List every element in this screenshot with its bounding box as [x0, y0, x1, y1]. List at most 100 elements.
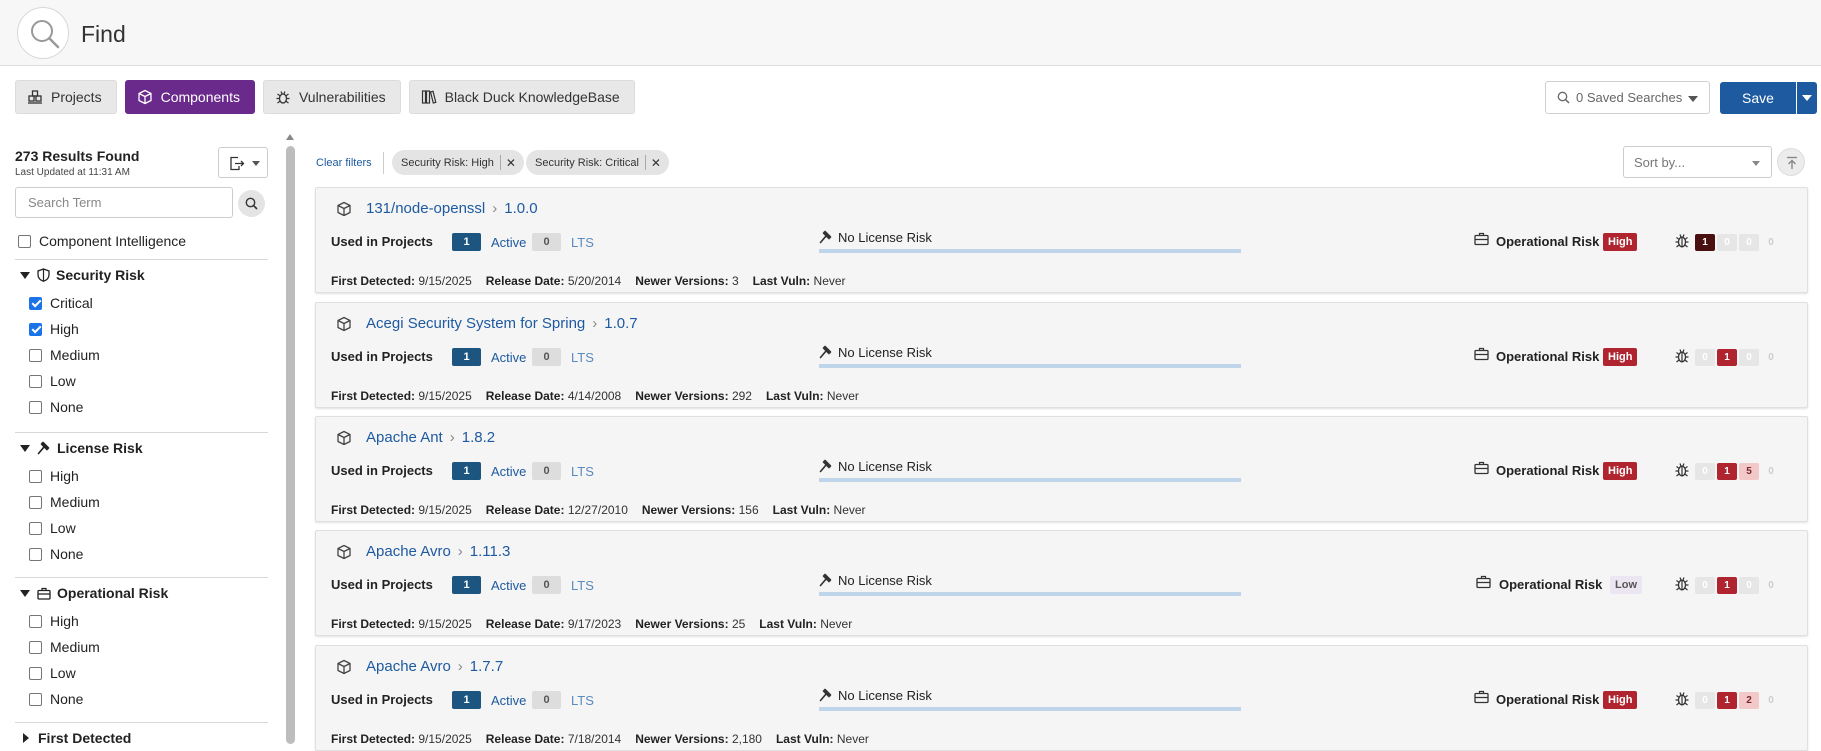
vuln-count-medium[interactable]: 5	[1739, 463, 1759, 480]
checkbox[interactable]	[29, 469, 42, 483]
vuln-count-critical[interactable]: 0	[1695, 577, 1715, 594]
checkbox[interactable]	[29, 495, 42, 509]
option-medium[interactable]: Medium	[15, 634, 268, 660]
option-low[interactable]: Low	[15, 660, 268, 686]
component-link[interactable]: Apache Ant › 1.8.2	[366, 429, 495, 446]
lts-projects-count[interactable]: 0	[532, 233, 561, 251]
component-intelligence-checkbox[interactable]	[18, 234, 31, 248]
lts-projects-count[interactable]: 0	[532, 576, 561, 594]
checkbox[interactable]	[29, 374, 42, 388]
checkbox[interactable]	[29, 666, 42, 680]
vuln-count-low[interactable]: 0	[1761, 349, 1781, 366]
tab-vulnerabilities[interactable]: Vulnerabilities	[262, 80, 401, 114]
active-projects-count[interactable]: 1	[452, 233, 481, 251]
option-medium[interactable]: Medium	[15, 489, 268, 515]
search-submit-button[interactable]	[238, 190, 265, 217]
facet-header[interactable]: License Risk	[15, 433, 268, 463]
option-high[interactable]: High	[15, 463, 268, 489]
checkbox[interactable]	[29, 640, 42, 654]
lts-projects-count[interactable]: 0	[532, 462, 561, 480]
option-critical[interactable]: Critical	[15, 290, 268, 316]
save-options-button[interactable]	[1797, 82, 1817, 114]
checkbox[interactable]	[29, 322, 42, 336]
vuln-count-critical[interactable]: 0	[1695, 692, 1715, 709]
active-label[interactable]: Active	[491, 693, 526, 708]
facet-header[interactable]: First Detected	[15, 723, 268, 751]
close-icon[interactable]: ✕	[651, 156, 661, 170]
vuln-count-low[interactable]: 0	[1761, 692, 1781, 709]
component-link[interactable]: 131/node-openssl › 1.0.0	[366, 200, 538, 217]
scroll-up-arrow-icon[interactable]	[286, 134, 294, 140]
vuln-count-medium[interactable]: 0	[1739, 577, 1759, 594]
facet-header[interactable]: Operational Risk	[15, 578, 268, 608]
option-high[interactable]: High	[15, 316, 268, 342]
option-none[interactable]: None	[15, 686, 268, 712]
operational-risk-badge: High	[1603, 233, 1638, 251]
vuln-count-medium[interactable]: 0	[1739, 234, 1759, 251]
option-medium[interactable]: Medium	[15, 342, 268, 368]
tab-components[interactable]: Components	[124, 80, 255, 114]
option-label: High	[50, 613, 79, 629]
lts-label[interactable]: LTS	[571, 578, 594, 593]
vuln-count-high[interactable]: 1	[1717, 463, 1737, 480]
vuln-count-critical[interactable]: 0	[1695, 463, 1715, 480]
facet-header[interactable]: Security Risk	[15, 260, 268, 290]
vuln-count-low[interactable]: 0	[1761, 577, 1781, 594]
tab-knowledgebase[interactable]: Black Duck KnowledgeBase	[408, 80, 635, 114]
sort-direction-button[interactable]	[1777, 148, 1805, 176]
option-none[interactable]: None	[15, 394, 268, 420]
facet-license-risk: License Risk High Medium Low None	[15, 432, 268, 567]
active-label[interactable]: Active	[491, 350, 526, 365]
lts-projects-count[interactable]: 0	[532, 348, 561, 366]
save-button[interactable]: Save	[1720, 82, 1796, 114]
active-label[interactable]: Active	[491, 464, 526, 479]
lts-projects-count[interactable]: 0	[532, 691, 561, 709]
vuln-count-low[interactable]: 0	[1761, 463, 1781, 480]
active-projects-count[interactable]: 1	[452, 691, 481, 709]
active-label[interactable]: Active	[491, 235, 526, 250]
vuln-count-high[interactable]: 1	[1717, 349, 1737, 366]
tab-projects[interactable]: Projects	[15, 80, 117, 114]
lts-label[interactable]: LTS	[571, 464, 594, 479]
sort-by-select[interactable]: Sort by...	[1623, 146, 1772, 178]
checkbox[interactable]	[29, 692, 42, 706]
vuln-count-low[interactable]: 0	[1761, 234, 1781, 251]
component-link[interactable]: Apache Avro › 1.11.3	[366, 543, 510, 560]
checkbox[interactable]	[29, 400, 42, 414]
component-intelligence-toggle[interactable]: Component Intelligence	[18, 233, 186, 249]
find-search-icon[interactable]	[17, 7, 69, 59]
active-projects-count[interactable]: 1	[452, 576, 481, 594]
component-link[interactable]: Acegi Security System for Spring › 1.0.7	[366, 315, 638, 332]
checkbox[interactable]	[29, 296, 42, 310]
active-label[interactable]: Active	[491, 578, 526, 593]
checkbox[interactable]	[29, 547, 42, 561]
clear-filters-link[interactable]: Clear filters	[316, 157, 372, 169]
active-projects-count[interactable]: 1	[452, 462, 481, 480]
export-button[interactable]	[218, 147, 268, 178]
lts-label[interactable]: LTS	[571, 693, 594, 708]
vuln-count-medium[interactable]: 0	[1739, 349, 1759, 366]
vuln-count-medium[interactable]: 2	[1739, 692, 1759, 709]
active-projects-count[interactable]: 1	[452, 348, 481, 366]
checkbox[interactable]	[29, 614, 42, 628]
option-low[interactable]: Low	[15, 515, 268, 541]
checkbox[interactable]	[29, 348, 42, 362]
search-term-input[interactable]	[15, 187, 233, 218]
chevron-right-icon: ›	[592, 315, 598, 332]
vuln-count-critical[interactable]: 1	[1695, 234, 1715, 251]
vuln-count-high[interactable]: 1	[1717, 577, 1737, 594]
scrollbar-thumb[interactable]	[286, 146, 295, 744]
saved-searches-dropdown[interactable]: 0 Saved Searches	[1545, 81, 1710, 114]
option-high[interactable]: High	[15, 608, 268, 634]
vuln-count-high[interactable]: 1	[1717, 692, 1737, 709]
option-none[interactable]: None	[15, 541, 268, 567]
checkbox[interactable]	[29, 521, 42, 535]
option-low[interactable]: Low	[15, 368, 268, 394]
vuln-count-critical[interactable]: 0	[1695, 349, 1715, 366]
lts-label[interactable]: LTS	[571, 235, 594, 250]
sidebar-scrollbar[interactable]	[286, 134, 295, 744]
component-link[interactable]: Apache Avro › 1.7.7	[366, 658, 503, 675]
lts-label[interactable]: LTS	[571, 350, 594, 365]
vuln-count-high[interactable]: 0	[1717, 234, 1737, 251]
close-icon[interactable]: ✕	[506, 156, 516, 170]
